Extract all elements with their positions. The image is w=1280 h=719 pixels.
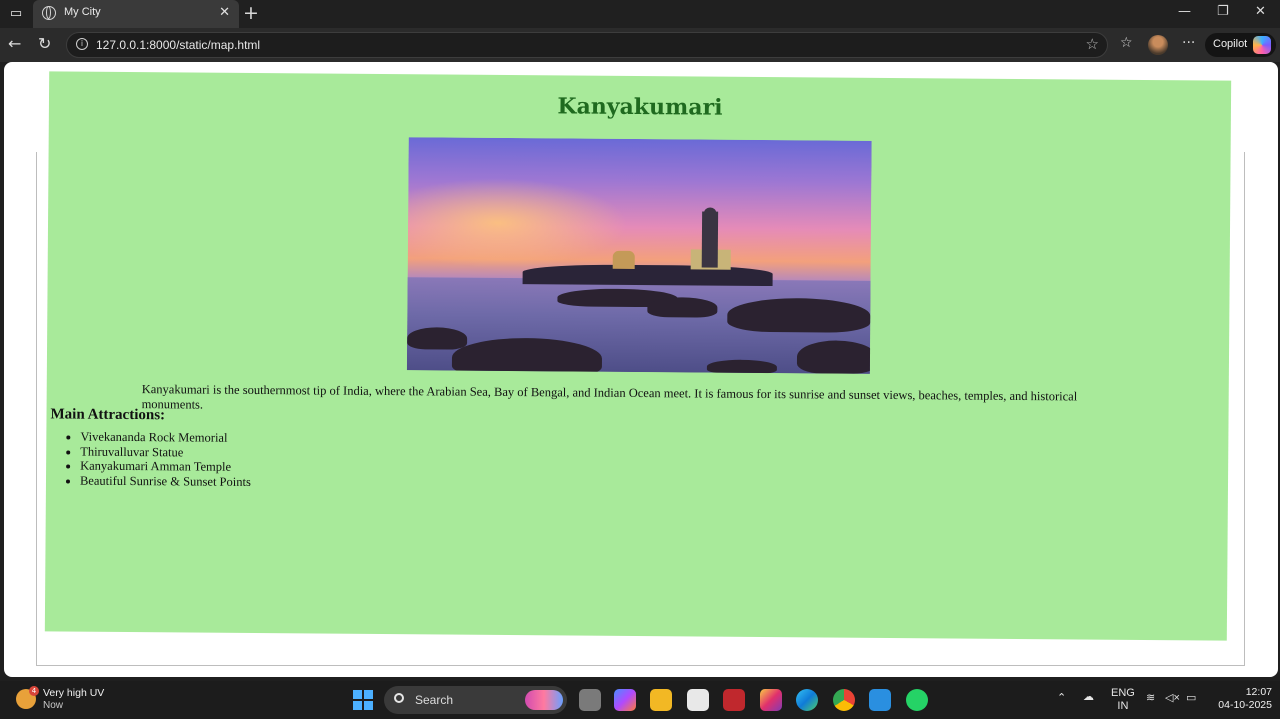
file-explorer-icon[interactable]	[650, 689, 672, 711]
weather-badge: 4	[29, 686, 39, 696]
refresh-icon[interactable]: ↻	[38, 34, 51, 53]
globe-icon	[42, 6, 56, 20]
tab-title: My City	[64, 6, 101, 18]
search-highlight-icon	[525, 690, 563, 710]
edge-icon[interactable]	[796, 689, 818, 711]
copilot-label: Copilot	[1213, 38, 1248, 50]
clock-time: 12:07	[1245, 686, 1272, 698]
maximize-icon[interactable]: ❐	[1217, 4, 1229, 19]
window-close-icon[interactable]: ✕	[1255, 4, 1266, 19]
onedrive-icon[interactable]: ☁	[1083, 690, 1094, 703]
wifi-icon[interactable]: ≋	[1146, 691, 1155, 704]
copilot-icon	[1253, 36, 1271, 54]
clock-date: 04-10-2025	[1218, 699, 1272, 711]
list-item: Beautiful Sunrise & Sunset Points	[80, 473, 251, 489]
favorite-star-icon[interactable]: ☆	[1086, 35, 1099, 53]
minimize-icon[interactable]: —	[1178, 4, 1191, 19]
search-label: Search	[415, 693, 454, 707]
browser-toolbar: ← ↻ i 127.0.0.1:8000/static/map.html ☆ ☆…	[0, 28, 1280, 62]
more-options-icon[interactable]: ···	[1182, 35, 1195, 51]
new-tab-button[interactable]: +	[243, 2, 259, 24]
copilot-button[interactable]: Copilot	[1205, 33, 1276, 57]
language-indicator[interactable]: ENG IN	[1111, 687, 1135, 713]
city-description: Kanyakumari is the southernmost tip of I…	[141, 382, 1078, 412]
back-icon[interactable]: ←	[8, 34, 21, 53]
list-item: Vivekananda Rock Memorial	[80, 430, 251, 446]
city-heading: Kanyakumari	[557, 93, 723, 121]
attractions-list: Vivekananda Rock Memorial Thiruvalluvar …	[54, 429, 251, 489]
search-icon	[394, 693, 404, 703]
favorites-icon[interactable]: ☆	[1120, 35, 1133, 51]
show-hidden-icons[interactable]: ⌃	[1057, 691, 1066, 704]
address-bar[interactable]: i 127.0.0.1:8000/static/map.html ☆	[66, 32, 1108, 58]
region-code: IN	[1117, 700, 1129, 712]
city-card: Kanyakumari Kanyakumari is the southernm…	[44, 71, 1232, 641]
attractions-heading: Main Attractions:	[50, 406, 166, 424]
list-item: Thiruvalluvar Statue	[80, 444, 251, 460]
copilot-app-icon[interactable]	[614, 689, 636, 711]
taskbar-search[interactable]: Search	[384, 686, 567, 714]
windows-taskbar: 4 Very high UV Now Search ⌃ ☁ ENG IN ≋ ◁…	[0, 681, 1280, 719]
weather-subtitle[interactable]: Now	[43, 700, 63, 711]
vscode-icon[interactable]	[869, 689, 891, 711]
tab-strip: ▭ My City ✕ + — ❐ ✕	[0, 0, 1280, 28]
tab-actions-icon[interactable]: ▭	[8, 6, 24, 22]
profile-avatar[interactable]	[1148, 35, 1168, 55]
weather-title[interactable]: Very high UV	[43, 687, 104, 699]
task-view-icon[interactable]	[579, 689, 601, 711]
kanyakumari-photo	[406, 137, 872, 374]
microsoft-store-icon[interactable]	[687, 689, 709, 711]
site-info-icon[interactable]: i	[76, 38, 88, 50]
language-code: ENG	[1111, 687, 1135, 699]
chrome-icon[interactable]	[833, 689, 855, 711]
whatsapp-icon[interactable]	[906, 689, 928, 711]
battery-icon[interactable]: ▭	[1186, 691, 1196, 704]
instagram-icon[interactable]	[760, 689, 782, 711]
close-tab-icon[interactable]: ✕	[219, 5, 230, 20]
start-button[interactable]	[353, 690, 373, 710]
tab-my-city[interactable]: My City ✕	[33, 0, 239, 28]
volume-muted-icon[interactable]: ◁×	[1165, 691, 1180, 704]
url-text[interactable]: 127.0.0.1:8000/static/map.html	[96, 38, 260, 52]
mcafee-icon[interactable]	[723, 689, 745, 711]
page-viewport: Kanyakumari Kanyakumari is the southernm…	[4, 62, 1278, 677]
system-clock[interactable]: 12:07 04-10-2025	[1206, 686, 1272, 712]
list-item: Kanyakumari Amman Temple	[80, 459, 251, 475]
